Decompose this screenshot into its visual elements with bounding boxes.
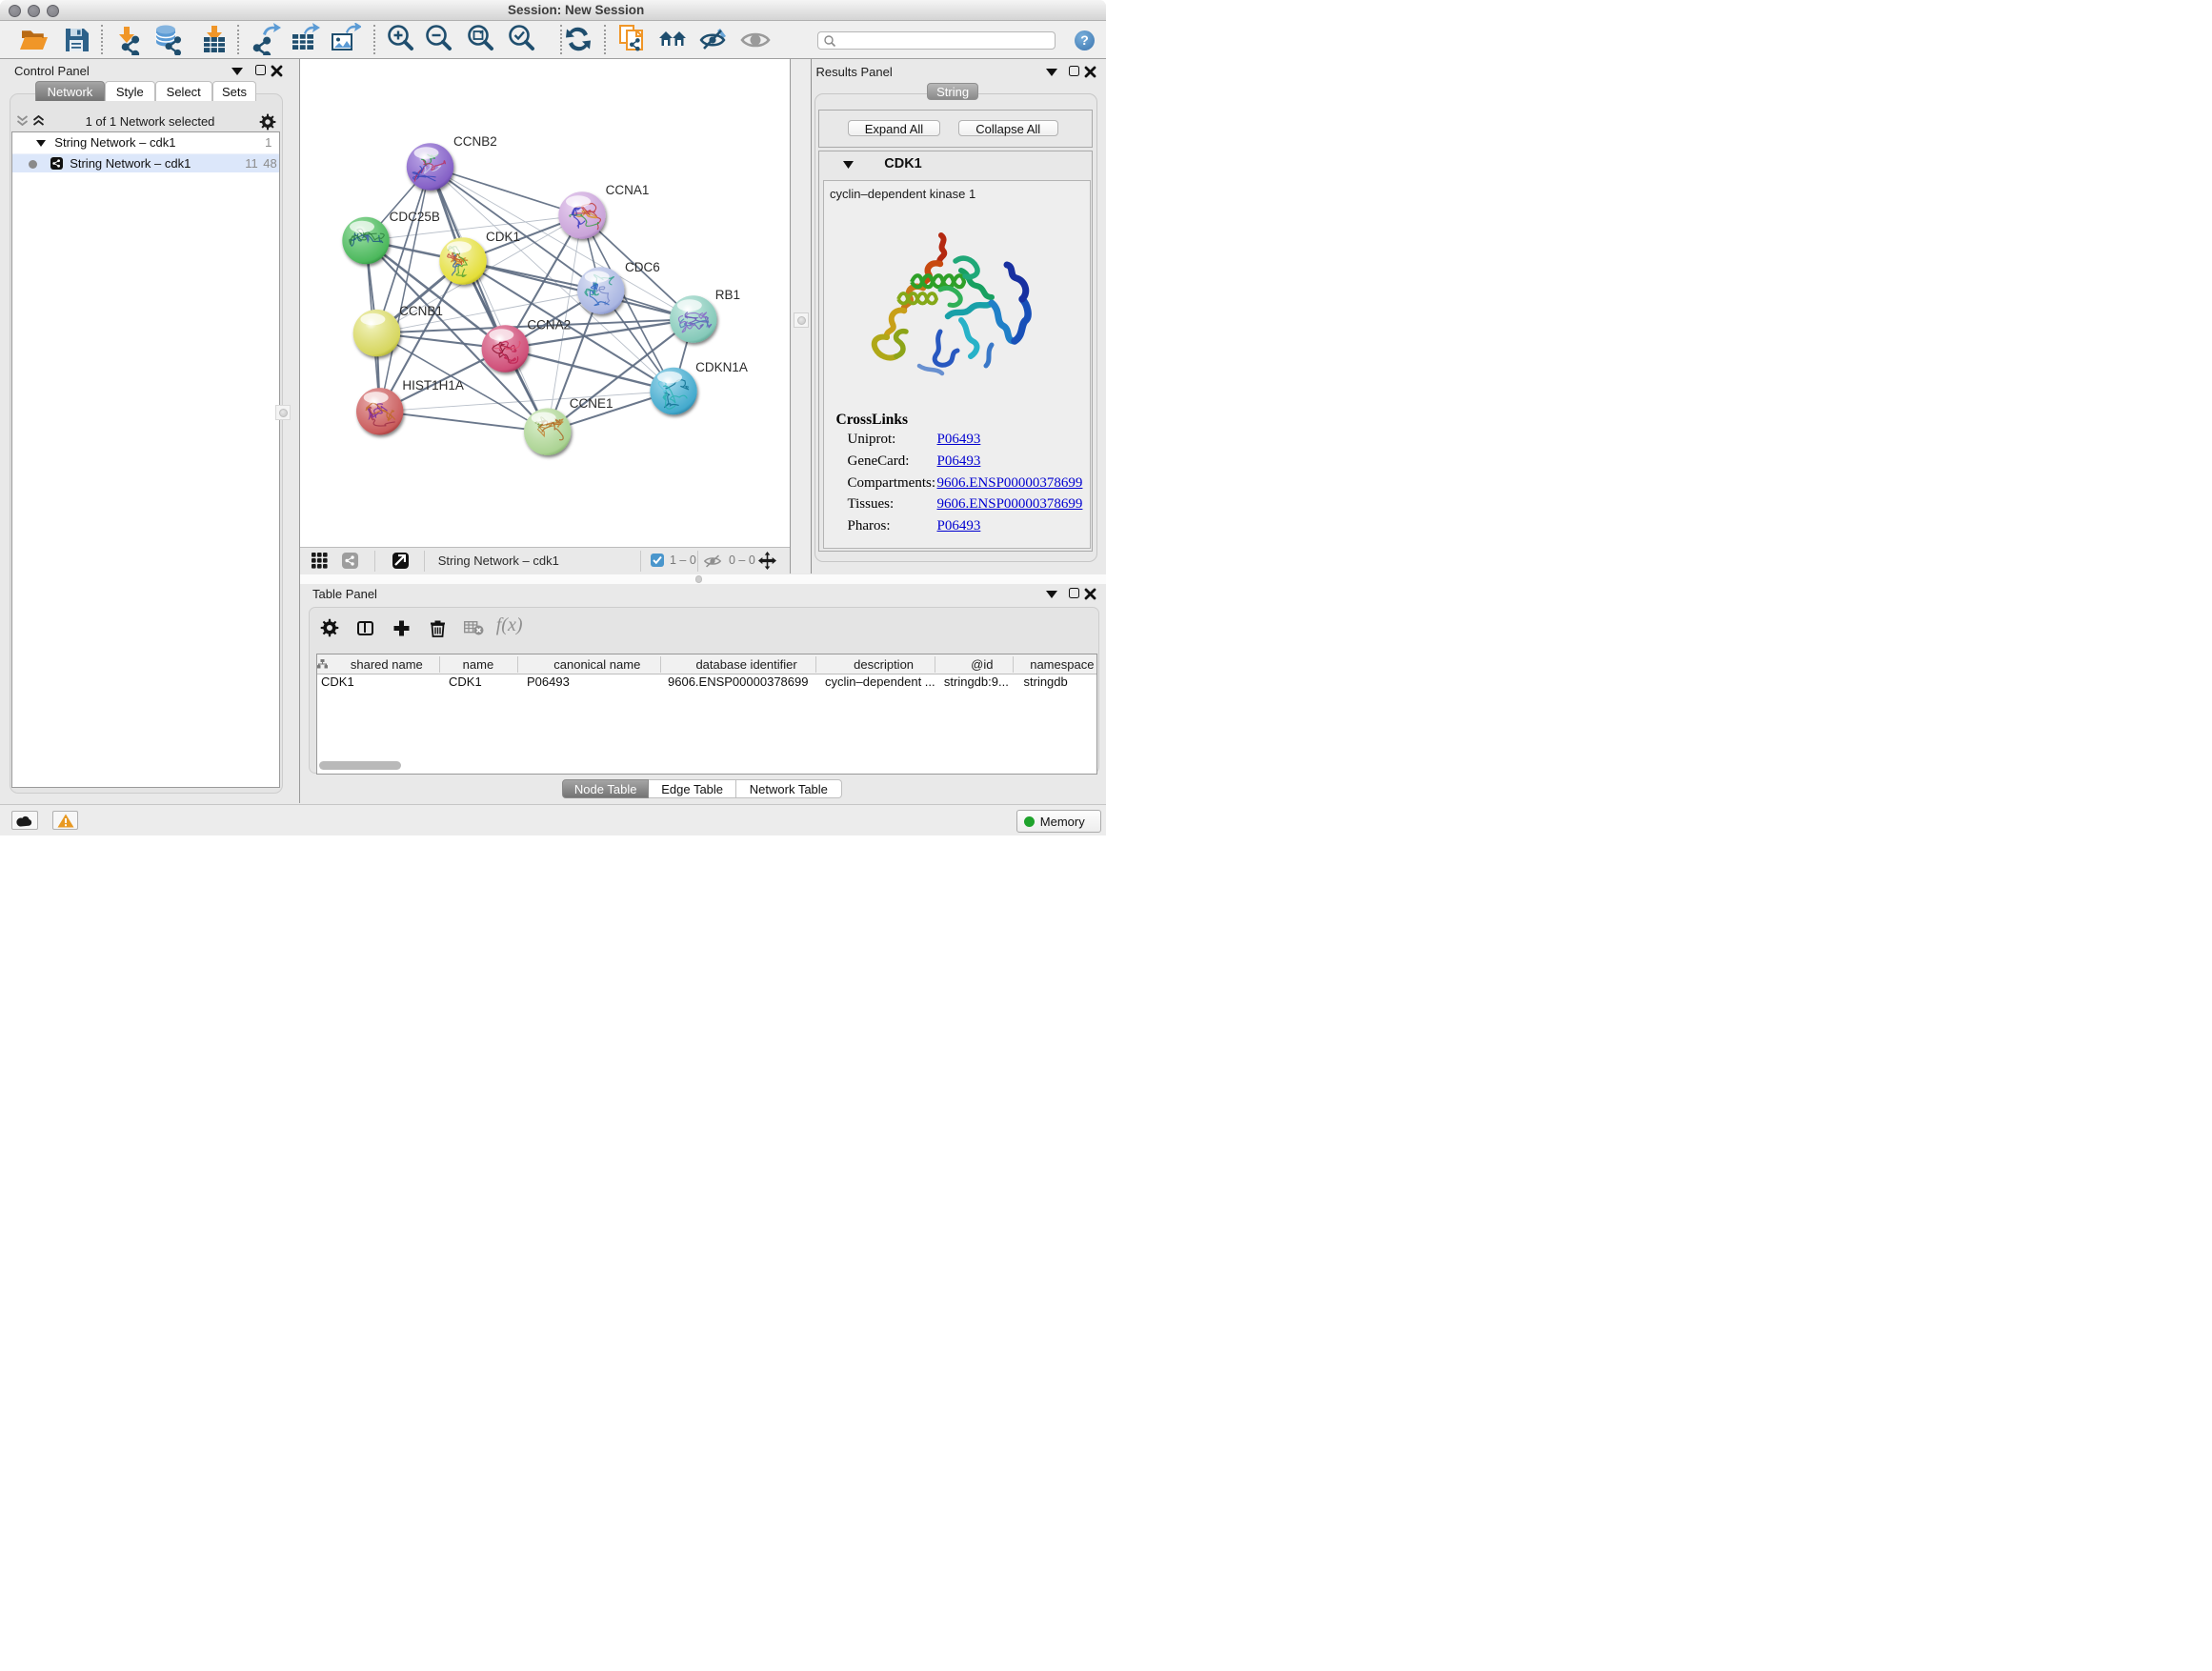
svg-text:CCNB2: CCNB2 (453, 134, 497, 149)
svg-text:CDK1: CDK1 (486, 230, 520, 244)
svg-text:CDC25B: CDC25B (390, 210, 440, 224)
svg-text:CCNA2: CCNA2 (527, 317, 571, 332)
svg-text:HIST1H1A: HIST1H1A (402, 378, 464, 393)
svg-text:RB1: RB1 (715, 288, 740, 302)
svg-text:CCNB1: CCNB1 (399, 304, 443, 318)
svg-text:CDKN1A: CDKN1A (695, 360, 748, 374)
svg-text:CCNA1: CCNA1 (606, 183, 650, 197)
svg-text:CDC6: CDC6 (625, 260, 660, 274)
svg-text:CCNE1: CCNE1 (570, 396, 613, 411)
